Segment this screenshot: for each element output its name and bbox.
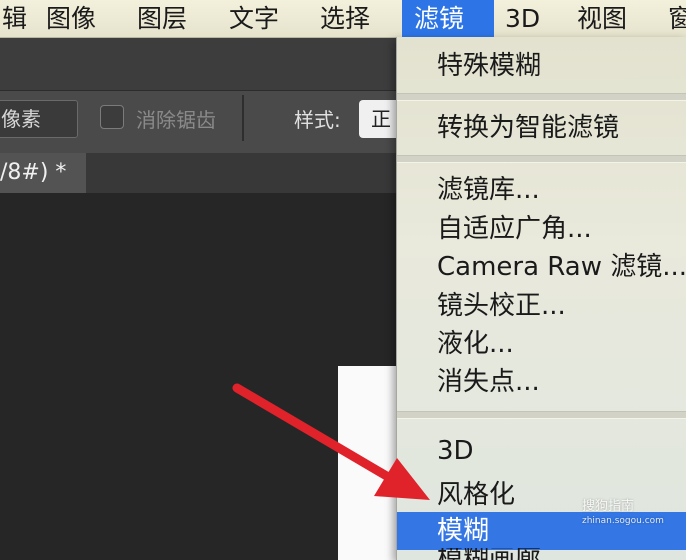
watermark: 搜狗指南 zhinan.sogou.com — [582, 500, 664, 528]
watermark-title: 搜狗指南 — [582, 499, 635, 514]
red-arrow-annotation — [232, 383, 430, 500]
watermark-url: zhinan.sogou.com — [582, 516, 664, 526]
